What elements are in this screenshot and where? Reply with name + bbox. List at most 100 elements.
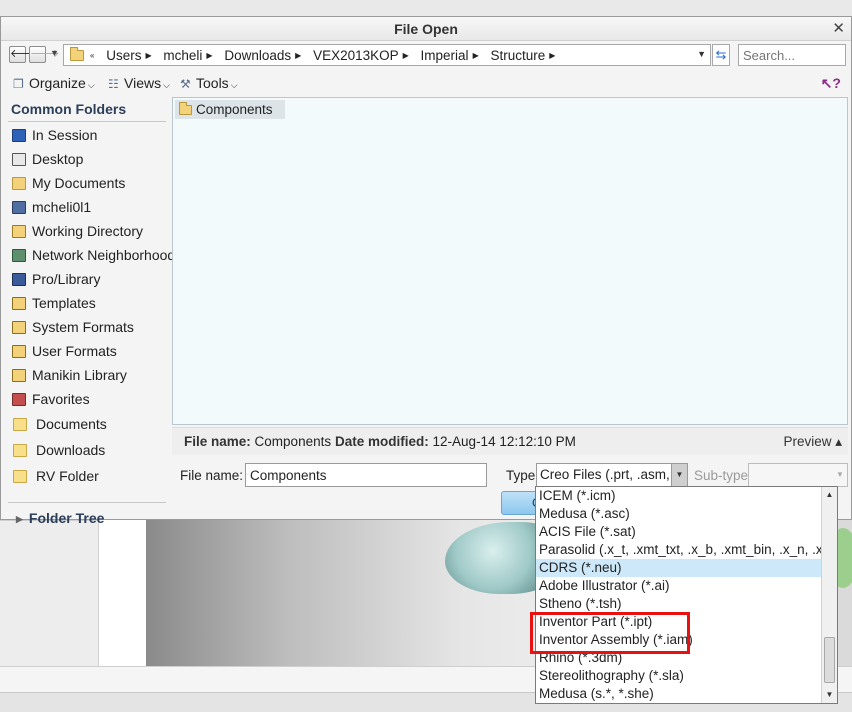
sidebar-divider: [8, 121, 166, 122]
details-bar: File name: Components Date modified: 12-…: [172, 427, 848, 455]
sidebar-header: Common Folders: [11, 101, 127, 117]
forward-button[interactable]: 🡒: [29, 46, 60, 63]
type-option[interactable]: Parasolid (.x_t, .xmt_txt, .x_b, .xmt_bi…: [536, 541, 822, 559]
type-option-inventor-part[interactable]: Inventor Part (*.ipt): [536, 613, 822, 631]
sidebar-item-pro-library[interactable]: Pro/Library: [6, 267, 168, 291]
documents-icon: [12, 177, 26, 190]
breadcrumb-item[interactable]: Users: [106, 48, 141, 63]
list-item[interactable]: Components: [175, 100, 285, 119]
breadcrumb-item[interactable]: VEX2013KOP: [313, 48, 399, 63]
sidebar-item-working-directory[interactable]: Working Directory: [6, 219, 168, 243]
breadcrumb-separator-icon[interactable]: ▶: [403, 51, 409, 60]
scrollbar-thumb[interactable]: [824, 637, 835, 683]
breadcrumb-item[interactable]: Imperial: [421, 48, 469, 63]
sidebar-item-fav-rv-folder[interactable]: RV Folder: [6, 463, 168, 489]
back-button[interactable]: 🡐: [9, 46, 40, 63]
type-option[interactable]: ACIS File (*.sat): [536, 523, 822, 541]
chevron-down-icon: ⌵: [87, 80, 95, 90]
context-help-icon[interactable]: ↖?: [821, 75, 841, 92]
sidebar-item-label: System Formats: [32, 319, 134, 335]
sidebar-item-system-formats[interactable]: System Formats: [6, 315, 168, 339]
sidebar-item-templates[interactable]: Templates: [6, 291, 168, 315]
preview-label: Preview: [783, 434, 832, 449]
detail-value: Components: [254, 434, 332, 449]
templates-icon: [12, 297, 26, 310]
scroll-down-icon[interactable]: ▼: [822, 687, 837, 703]
organize-menu[interactable]: ❐ Organize ⌵: [13, 75, 95, 91]
file-name-field[interactable]: [245, 463, 487, 487]
breadcrumb-item[interactable]: mcheli: [163, 48, 202, 63]
chevron-up-icon: ▴: [835, 434, 842, 449]
views-label: Views: [124, 75, 162, 91]
type-option-inventor-assembly[interactable]: Inventor Assembly (*.iam): [536, 631, 822, 649]
type-option[interactable]: Medusa (s.*, *.she): [536, 685, 822, 703]
breadcrumb-separator-icon[interactable]: ▶: [473, 51, 479, 60]
preview-toggle[interactable]: Preview ▴: [783, 434, 842, 450]
sidebar-list: In Session Desktop My Documents mcheli0l…: [6, 123, 175, 489]
folder-icon: [13, 444, 27, 457]
folder-icon: [13, 418, 27, 431]
type-dropdown-list[interactable]: ICEM (*.icm) Medusa (*.asc) ACIS File (*…: [535, 486, 838, 704]
sidebar-item-favorites[interactable]: Favorites: [6, 387, 168, 411]
type-option[interactable]: ICEM (*.icm): [536, 487, 822, 505]
breadcrumb-separator-icon[interactable]: ▶: [206, 51, 212, 60]
sidebar-item-label: Templates: [32, 295, 96, 311]
refresh-icon[interactable]: ⇆: [712, 44, 730, 66]
subtype-select[interactable]: ▼: [748, 463, 848, 487]
type-select-value: Creo Files (.prt, .asm,: [540, 467, 670, 482]
dropdown-scrollbar[interactable]: ▲ ▼: [821, 487, 837, 703]
computer-icon: [12, 201, 26, 214]
folder-tree-toggle[interactable]: ▶ Folder Tree: [16, 510, 104, 526]
library-icon: [12, 273, 26, 286]
breadcrumb-separator-icon[interactable]: ▶: [145, 51, 151, 60]
sidebar-item-in-session[interactable]: In Session: [6, 123, 168, 147]
organize-label: Organize: [29, 75, 86, 91]
address-bar[interactable]: « Users ▶ mcheli ▶ Downloads ▶ VEX2013KOP ▶ …: [63, 44, 711, 66]
system-formats-icon: [12, 321, 26, 334]
scroll-up-icon[interactable]: ▲: [822, 487, 837, 503]
network-icon: [12, 249, 26, 262]
sidebar-item-manikin-library[interactable]: Manikin Library: [6, 363, 168, 387]
tools-menu[interactable]: ⚒ Tools ⌵: [180, 75, 238, 91]
tools-label: Tools: [196, 75, 229, 91]
session-icon: [12, 129, 26, 142]
chevron-down-icon[interactable]: ▼: [671, 464, 687, 486]
chevron-down-icon: ▼: [836, 470, 844, 479]
sidebar-item-computer[interactable]: mcheli0l1: [6, 195, 168, 219]
breadcrumb-item[interactable]: Downloads: [224, 48, 291, 63]
address-dropdown-icon[interactable]: ▼: [697, 49, 706, 59]
history-dropdown-icon[interactable]: ▼: [50, 48, 59, 58]
sidebar-item-my-documents[interactable]: My Documents: [6, 171, 168, 195]
sidebar-item-network[interactable]: Network Neighborhood: [6, 243, 175, 267]
breadcrumb-separator-icon[interactable]: ▶: [549, 51, 555, 60]
chevron-down-icon: ⌵: [163, 80, 170, 90]
dialog-title: File Open: [394, 21, 458, 37]
breadcrumb-separator-icon[interactable]: ▶: [295, 51, 301, 60]
detail-label: Date modified:: [335, 434, 429, 449]
type-option[interactable]: Adobe Illustrator (*.ai): [536, 577, 822, 595]
detail-file-name: File name: Components: [184, 434, 331, 449]
type-option[interactable]: Rhino (*.3dm): [536, 649, 822, 667]
sidebar-item-label: Desktop: [32, 151, 84, 167]
sidebar-item-label: Working Directory: [32, 223, 143, 239]
type-option[interactable]: Stheno (*.tsh): [536, 595, 822, 613]
sidebar-item-fav-downloads[interactable]: Downloads: [6, 437, 168, 463]
type-option[interactable]: Stereolithography (*.sla): [536, 667, 822, 685]
type-select[interactable]: Creo Files (.prt, .asm, ▼: [536, 463, 688, 487]
breadcrumb-overflow-icon[interactable]: «: [90, 51, 94, 60]
sidebar-item-label: In Session: [32, 127, 98, 143]
views-menu[interactable]: ☷ Views ⌵: [108, 75, 170, 91]
sidebar-item-label: Manikin Library: [32, 367, 127, 383]
close-icon[interactable]: ✕: [832, 19, 845, 37]
sidebar-item-label: Pro/Library: [32, 271, 101, 287]
detail-label: File name:: [184, 434, 251, 449]
breadcrumb-item[interactable]: Structure: [490, 48, 545, 63]
type-option-selected[interactable]: CDRS (*.neu): [536, 559, 822, 577]
views-icon: ☷: [108, 77, 119, 91]
file-list-area[interactable]: Components: [172, 97, 848, 425]
sidebar-item-fav-documents[interactable]: Documents: [6, 411, 168, 437]
sidebar-item-user-formats[interactable]: User Formats: [6, 339, 168, 363]
search-input[interactable]: [738, 44, 846, 66]
type-option[interactable]: Medusa (*.asc): [536, 505, 822, 523]
sidebar-item-desktop[interactable]: Desktop: [6, 147, 168, 171]
